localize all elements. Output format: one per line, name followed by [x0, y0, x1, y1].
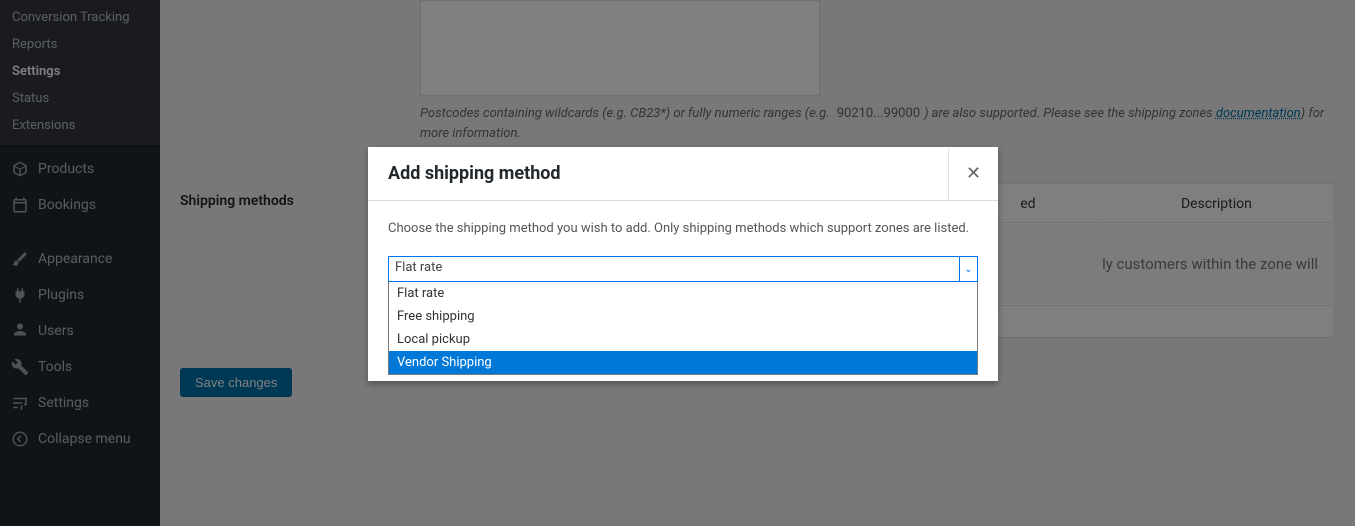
option-vendor-shipping[interactable]: Vendor Shipping	[389, 351, 977, 374]
close-icon: ✕	[966, 163, 981, 184]
select-value: Flat rate	[389, 257, 959, 281]
shipping-method-select[interactable]: Flat rate ⌄	[388, 256, 978, 282]
option-flat-rate[interactable]: Flat rate	[389, 282, 977, 305]
select-dropdown: Flat rate Free shipping Local pickup Ven…	[388, 282, 978, 375]
option-free-shipping[interactable]: Free shipping	[389, 305, 977, 328]
chevron-down-icon: ⌄	[959, 257, 977, 281]
modal-close-button[interactable]: ✕	[948, 149, 998, 199]
option-local-pickup[interactable]: Local pickup	[389, 328, 977, 351]
modal-description: Choose the shipping method you wish to a…	[388, 221, 978, 236]
add-shipping-method-modal: Add shipping method ✕ Choose the shippin…	[368, 147, 998, 381]
modal-title: Add shipping method	[388, 163, 561, 184]
